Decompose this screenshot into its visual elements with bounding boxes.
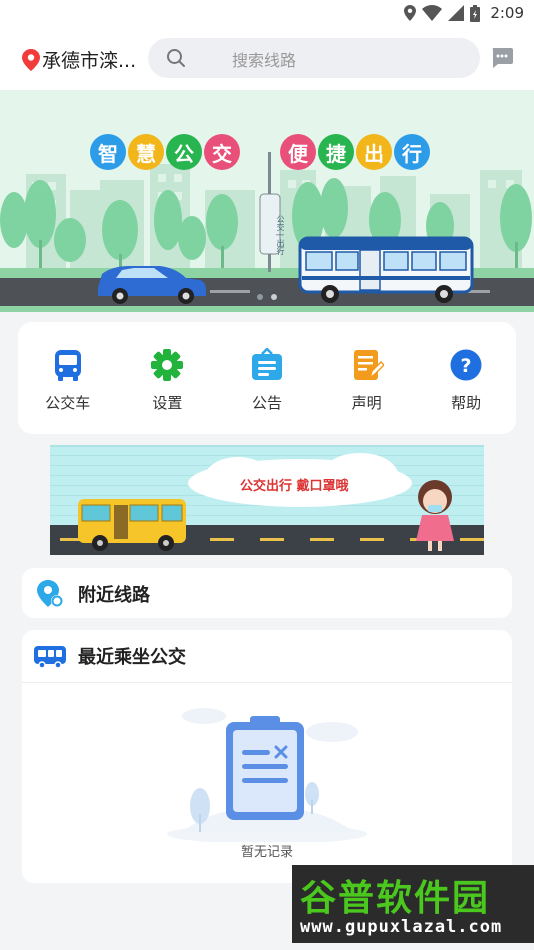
battery-icon [470,4,481,22]
watermark-logo: 谷普软件园 [300,878,491,919]
empty-state-text: 暂无记录 [240,845,293,860]
watermark: 谷普软件园 www.gupuxlazal.com [292,865,534,943]
status-icons: 2:09 [404,4,524,22]
banner-title-char: 交 [204,134,240,170]
feature-label: 帮助 [451,394,482,412]
banner-title-char: 公 [166,134,202,170]
location-pin-icon [22,48,40,71]
feature-statement[interactable]: 声明 [322,348,412,434]
feature-label: 声明 [351,394,382,412]
city-selector[interactable]: 承德市滦... [22,46,136,73]
message-icon[interactable] [490,46,514,70]
feature-label: 公告 [251,394,282,412]
banner-title: 智 慧 公 交 便 捷 出 行 [90,134,432,170]
wifi-icon [422,5,443,21]
statement-icon [353,350,384,381]
signal-icon [448,5,465,21]
recent-title: 最近乘坐公交 [78,647,186,668]
search-icon [167,49,185,67]
banner-carousel[interactable]: 智 慧 公 交 便 捷 出 行 公交 | 出行 [0,90,534,312]
search-placeholder: 搜索线路 [232,51,297,70]
nearby-title: 附近线路 [78,585,150,606]
banner-title-char: 慧 [128,134,164,170]
section-divider [22,682,512,683]
feature-help[interactable]: ? 帮助 [421,348,511,434]
banner-title-char: 便 [280,134,316,170]
help-icon: ? [450,349,482,381]
city-name: 承德市滦... [42,50,137,72]
feature-label: 设置 [152,394,183,412]
banner-sign-text: 公交 | 出行 [276,215,285,255]
header: 承德市滦... 搜索线路 [0,28,534,90]
feature-menu: 公交车 设置 公告 声明 ? 帮助 [18,322,516,434]
promo-banner[interactable]: 公交出行 戴口罩哦 [50,445,484,555]
feature-settings[interactable]: 设置 [122,348,212,434]
banner-title-char: 行 [394,134,430,170]
watermark-url: www.gupuxlazal.com [300,917,503,937]
empty-clipboard-illustration [167,708,367,842]
svg-text:?: ? [461,355,472,377]
promo-illustration [50,445,484,555]
nearby-lines-section[interactable]: 附近线路 [22,568,512,618]
gear-icon [151,349,184,381]
bus-icon [54,350,81,381]
banner-title-char: 智 [90,134,126,170]
banner-title-char: 捷 [318,134,354,170]
nearby-location-icon [37,580,63,607]
banner-title-char: 出 [356,134,392,170]
recent-bus-icon [34,646,66,668]
status-time: 2:09 [490,4,524,22]
feature-label: 公交车 [45,394,91,412]
notice-icon [251,348,282,380]
promo-text: 公交出行 戴口罩哦 [240,479,349,494]
search-input[interactable]: 搜索线路 [148,38,480,78]
status-bar: 2:09 [0,0,534,28]
location-status-icon [404,5,417,21]
feature-notice[interactable]: 公告 [222,348,312,434]
recent-buses-section: 最近乘坐公交 暂无记录 [22,630,512,883]
feature-bus[interactable]: 公交车 [23,348,113,434]
banner-illustration [0,90,534,312]
